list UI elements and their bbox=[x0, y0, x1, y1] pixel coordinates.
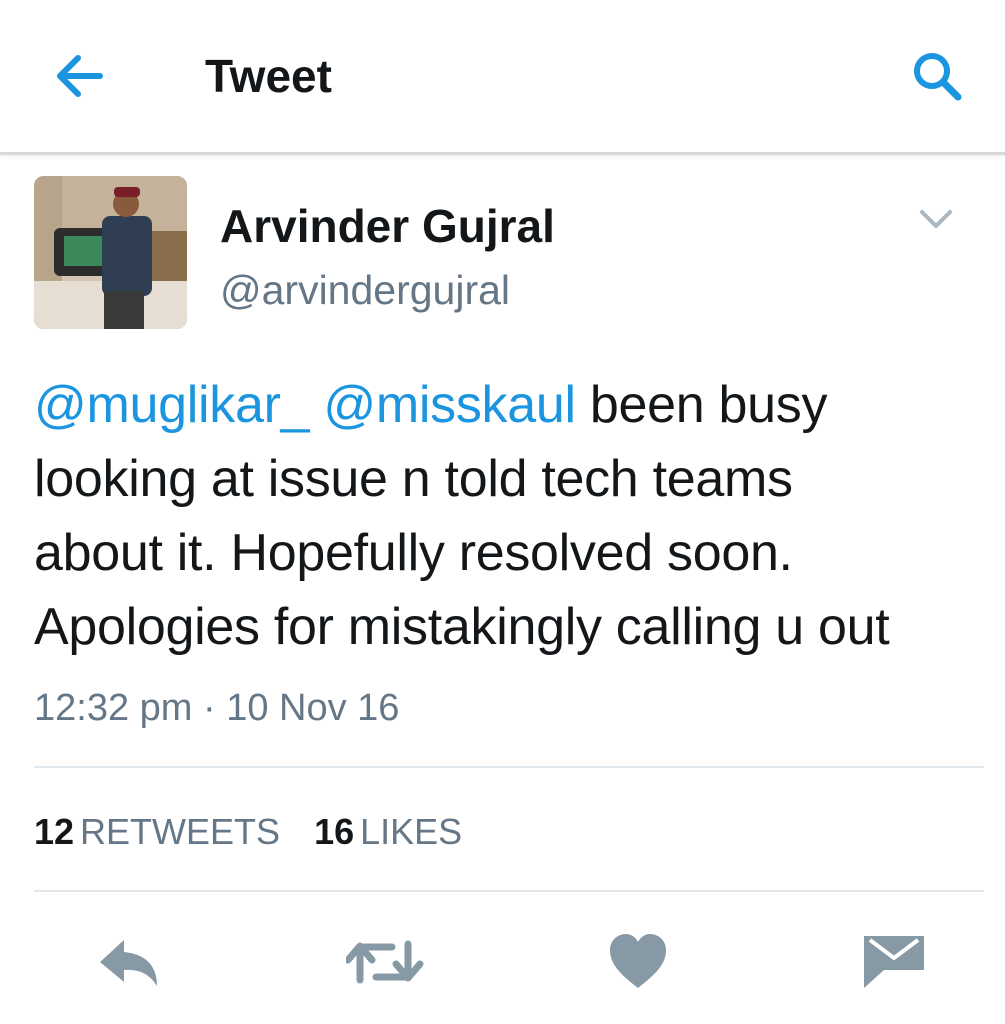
chevron-down-icon bbox=[920, 210, 952, 228]
tweet-text: @muglikar_ @misskaul been busy looking at… bbox=[34, 368, 984, 664]
reply-button[interactable] bbox=[94, 930, 166, 994]
tweet-text-line: about it. Hopefully resolved soon. bbox=[34, 516, 984, 590]
message-icon bbox=[864, 936, 924, 988]
top-app-bar: Tweet bbox=[0, 0, 1005, 155]
tweet-text-segment: about it. Hopefully resolved soon. bbox=[34, 524, 793, 582]
retweet-icon bbox=[346, 940, 424, 984]
divider bbox=[34, 890, 984, 892]
likes-count: 16 bbox=[314, 811, 355, 852]
tweet-timestamp[interactable]: 12:32 pm · 10 Nov 16 bbox=[34, 682, 399, 734]
author-handle[interactable]: @arvindergujral bbox=[220, 262, 510, 318]
likes-stat[interactable]: 16 LIKES bbox=[314, 806, 462, 858]
tweet-text-segment: been busy bbox=[575, 376, 828, 434]
profile-photo bbox=[34, 176, 187, 329]
tweet-options-button[interactable] bbox=[912, 200, 960, 240]
like-icon bbox=[610, 934, 666, 988]
divider bbox=[34, 766, 984, 768]
mention-link[interactable]: @muglikar_ bbox=[34, 376, 310, 434]
tweet-text-segment bbox=[309, 376, 323, 434]
arrow-left-icon bbox=[57, 55, 103, 97]
tweet-text-segment: Apologies for mistakingly calling u out bbox=[34, 598, 890, 656]
back-button[interactable] bbox=[50, 48, 110, 104]
page-title: Tweet bbox=[205, 50, 332, 102]
reply-icon bbox=[100, 940, 157, 986]
like-button[interactable] bbox=[606, 930, 678, 994]
direct-message-button[interactable] bbox=[858, 930, 930, 994]
search-button[interactable] bbox=[906, 46, 970, 106]
tweet-text-line: Apologies for mistakingly calling u out bbox=[34, 590, 984, 664]
retweets-count: 12 bbox=[34, 811, 75, 852]
mention-link[interactable]: @misskaul bbox=[323, 376, 576, 434]
tweet-text-line: @muglikar_ @misskaul been busy bbox=[34, 368, 984, 442]
retweets-label: RETWEETS bbox=[80, 811, 281, 852]
retweet-button[interactable] bbox=[346, 930, 424, 994]
tweet-stats: 12 RETWEETS 16 LIKES bbox=[34, 806, 462, 858]
avatar[interactable] bbox=[34, 176, 187, 329]
tweet-text-line: looking at issue n told tech teams bbox=[34, 442, 984, 516]
author-name[interactable]: Arvinder Gujral bbox=[220, 196, 555, 256]
retweets-stat[interactable]: 12 RETWEETS bbox=[34, 806, 280, 858]
tweet-text-segment: looking at issue n told tech teams bbox=[34, 450, 793, 508]
likes-label: LIKES bbox=[360, 811, 463, 852]
search-icon bbox=[914, 53, 962, 101]
